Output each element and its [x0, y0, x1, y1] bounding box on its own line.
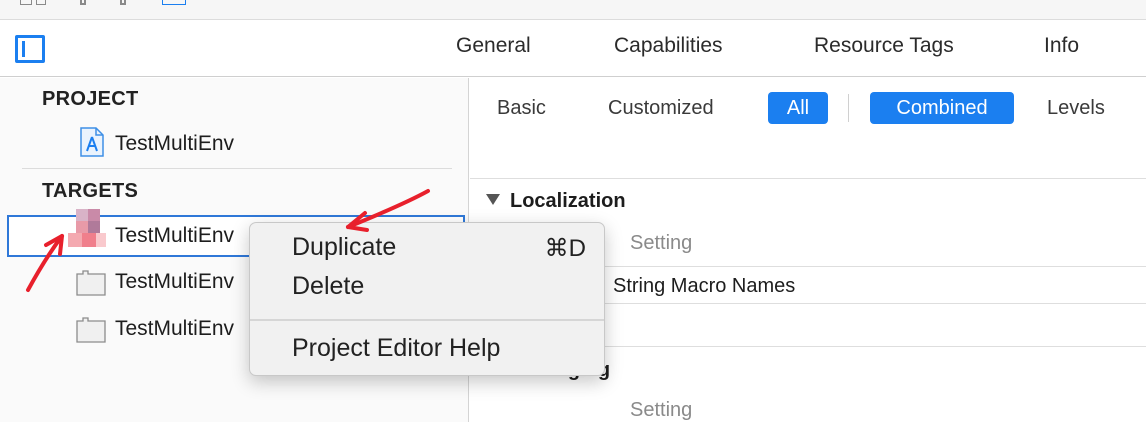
grid-icon[interactable] [20, 0, 32, 5]
xcodeproj-icon [80, 127, 104, 157]
setting-row-label[interactable]: String Macro Names [613, 275, 795, 298]
toolbar-strip [0, 0, 1146, 20]
filter-basic[interactable]: Basic [497, 92, 546, 124]
target-icon [76, 270, 106, 296]
file-icon[interactable] [162, 0, 186, 5]
tab-capabilities[interactable]: Capabilities [614, 34, 723, 58]
back-arrow-icon[interactable] [80, 0, 86, 5]
menu-separator [250, 319, 604, 321]
tab-info[interactable]: Info [1044, 34, 1079, 58]
menu-item-project-editor-help[interactable]: Project Editor Help [292, 334, 500, 363]
menu-item-duplicate[interactable]: Duplicate [292, 233, 396, 262]
disclosure-triangle-icon[interactable] [486, 194, 500, 205]
editor-tab-bar: General Capabilities Resource Tags Info [0, 20, 1146, 77]
filter-bar: Basic Customized All Combined Levels [470, 78, 1146, 136]
tab-general[interactable]: General [456, 34, 531, 58]
targets-section-header: TARGETS [42, 180, 139, 202]
grid-icon-2[interactable] [36, 0, 46, 5]
project-section-header: PROJECT [42, 88, 139, 110]
sidebar-toggle-icon[interactable] [15, 35, 45, 63]
target-item-label: TestMultiEnv [115, 270, 235, 293]
filter-separator [848, 94, 849, 122]
target-item-label: TestMultiEnv [115, 224, 235, 247]
settings-divider [470, 178, 1146, 179]
menu-item-delete[interactable]: Delete [292, 272, 364, 301]
filter-all[interactable]: All [768, 92, 828, 124]
duplicate-shortcut: ⌘D [544, 235, 586, 262]
forward-arrow-icon[interactable] [120, 0, 126, 5]
target-icon [76, 317, 106, 343]
tab-resource-tags[interactable]: Resource Tags [814, 34, 954, 58]
filter-customized[interactable]: Customized [608, 92, 714, 124]
setting-column-header: Setting [630, 399, 693, 421]
target-item-label: TestMultiEnv [115, 317, 235, 340]
setting-column-header: Setting [630, 232, 693, 254]
localization-group-title[interactable]: Localization [510, 190, 626, 213]
context-menu: Duplicate ⌘D Delete Project Editor Help [249, 222, 605, 376]
project-item[interactable]: TestMultiEnv [0, 124, 469, 164]
section-divider [22, 168, 452, 169]
filter-combined[interactable]: Combined [870, 92, 1014, 124]
app-target-icon [68, 209, 106, 247]
project-item-label: TestMultiEnv [115, 132, 235, 155]
filter-levels[interactable]: Levels [1047, 92, 1105, 124]
